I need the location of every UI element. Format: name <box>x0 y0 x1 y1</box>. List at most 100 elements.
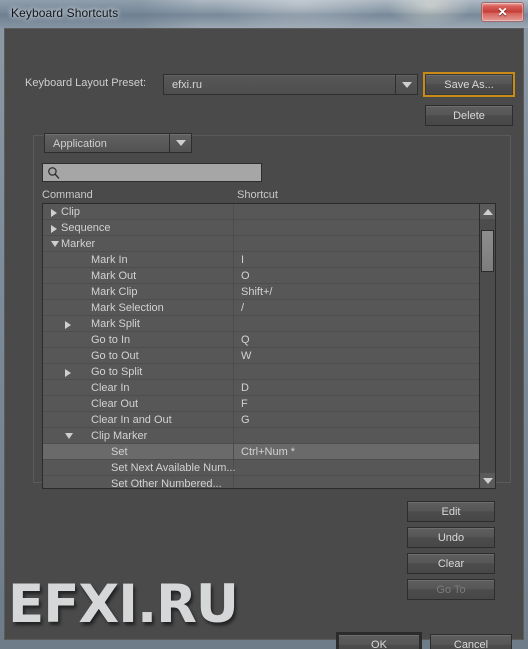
row-shortcut-label: F <box>241 398 248 410</box>
table-row[interactable]: Clear In and Out G <box>43 412 481 428</box>
list-scrollbar[interactable] <box>479 204 495 488</box>
row-column-divider <box>233 300 234 315</box>
row-shortcut-label: I <box>241 254 245 266</box>
table-row[interactable]: Set Other Numbered... <box>43 476 481 489</box>
row-command-label: Mark Selection <box>91 302 164 314</box>
preset-selected-value: efxi.ru <box>172 79 202 91</box>
table-row[interactable]: Go to In Q <box>43 332 481 348</box>
table-row[interactable]: Mark Split <box>43 316 481 332</box>
undo-button[interactable]: Undo <box>407 527 495 548</box>
cancel-button[interactable]: Cancel <box>430 634 512 649</box>
table-row[interactable]: Set Ctrl+Num * <box>43 444 481 460</box>
row-command-label: Mark Split <box>91 318 140 330</box>
table-row[interactable]: Clear In D <box>43 380 481 396</box>
edit-button[interactable]: Edit <box>407 501 495 522</box>
row-column-divider <box>233 476 234 488</box>
row-command-label: Clear In <box>91 382 130 394</box>
table-row[interactable]: Clip Marker <box>43 428 481 444</box>
go-to-button: Go To <box>407 579 495 600</box>
row-shortcut-label: W <box>241 350 252 362</box>
window-title: Keyboard Shortcuts <box>11 6 119 20</box>
table-row[interactable]: Mark In I <box>43 252 481 268</box>
row-shortcut-label: Shift+/ <box>241 286 273 298</box>
table-row[interactable]: Set Next Available Num... <box>43 460 481 476</box>
chevron-down-icon <box>401 81 412 88</box>
keyboard-shortcuts-window: Keyboard Shortcuts ✕ Keyboard Layout Pre… <box>0 0 528 649</box>
row-shortcut-label: Q <box>241 334 250 346</box>
row-shortcut-label: / <box>241 302 245 314</box>
row-command-label: Clip Marker <box>91 430 148 442</box>
triangle-right-icon[interactable] <box>65 321 71 329</box>
triangle-right-icon[interactable] <box>51 225 57 233</box>
scroll-down-button[interactable] <box>480 473 495 488</box>
row-column-divider <box>233 204 234 219</box>
close-icon: ✕ <box>497 5 508 19</box>
table-row[interactable]: Mark Out O <box>43 268 481 284</box>
row-column-divider <box>233 380 234 395</box>
row-command-label: Clip <box>61 206 80 218</box>
triangle-down-icon <box>482 477 493 484</box>
table-row[interactable]: Go to Out W <box>43 348 481 364</box>
row-column-divider <box>233 252 234 267</box>
row-column-divider <box>233 316 234 331</box>
row-column-divider <box>233 444 234 459</box>
column-header-command: Command <box>42 189 93 201</box>
row-column-divider <box>233 332 234 347</box>
row-column-divider <box>233 236 234 251</box>
row-command-label: Marker <box>61 238 96 250</box>
row-command-label: Mark In <box>91 254 128 266</box>
table-row[interactable]: Mark Selection / <box>43 300 481 316</box>
row-command-label: Set Other Numbered... <box>111 478 222 489</box>
preset-combobox[interactable]: efxi.ru <box>163 74 418 95</box>
row-column-divider <box>233 428 234 443</box>
table-row[interactable]: Sequence <box>43 220 481 236</box>
row-command-label: Set Next Available Num... <box>111 462 236 474</box>
table-row[interactable]: Go to Split <box>43 364 481 380</box>
shortcuts-list-rows: Clip Sequence Marker Mark In I Mark Out O Mark … <box>43 204 481 489</box>
clear-button[interactable]: Clear <box>407 553 495 574</box>
triangle-up-icon <box>482 208 493 215</box>
scope-selected-value: Application <box>53 138 107 150</box>
row-column-divider <box>233 348 234 363</box>
preset-dropdown-button[interactable] <box>395 75 417 94</box>
row-command-label: Set <box>111 446 128 458</box>
table-row[interactable]: Mark Clip Shift+/ <box>43 284 481 300</box>
triangle-right-icon[interactable] <box>65 369 71 377</box>
shortcuts-list[interactable]: Clip Sequence Marker Mark In I Mark Out O Mark … <box>42 203 496 489</box>
chevron-down-icon <box>175 140 186 146</box>
triangle-right-icon[interactable] <box>51 209 57 217</box>
row-command-label: Mark Clip <box>91 286 138 298</box>
search-icon <box>48 167 60 179</box>
row-shortcut-label: D <box>241 382 249 394</box>
delete-button[interactable]: Delete <box>425 105 513 126</box>
row-column-divider <box>233 220 234 235</box>
scope-dropdown-button[interactable] <box>169 134 191 152</box>
row-command-label: Go to In <box>91 334 131 346</box>
ok-button[interactable]: OK <box>338 634 420 649</box>
row-command-label: Go to Split <box>91 366 143 378</box>
row-column-divider <box>233 412 234 427</box>
scrollbar-thumb[interactable] <box>481 230 494 272</box>
dialog-body: Keyboard Layout Preset: efxi.ru Save As.… <box>4 28 524 649</box>
row-shortcut-label: O <box>241 270 250 282</box>
triangle-down-icon[interactable] <box>51 241 59 247</box>
table-row[interactable]: Clear Out F <box>43 396 481 412</box>
scroll-up-button[interactable] <box>480 204 495 219</box>
scope-combobox[interactable]: Application <box>44 133 192 153</box>
row-column-divider <box>233 396 234 411</box>
triangle-down-icon[interactable] <box>65 433 73 439</box>
row-command-label: Go to Out <box>91 350 139 362</box>
table-row[interactable]: Clip <box>43 204 481 220</box>
window-titlebar[interactable]: Keyboard Shortcuts ✕ <box>0 0 528 28</box>
row-shortcut-label: G <box>241 414 250 426</box>
row-command-label: Sequence <box>61 222 111 234</box>
row-command-label: Clear In and Out <box>91 414 172 426</box>
close-button[interactable]: ✕ <box>481 2 524 22</box>
table-row[interactable]: Marker <box>43 236 481 252</box>
row-column-divider <box>233 268 234 283</box>
preset-label: Keyboard Layout Preset: <box>25 77 147 89</box>
save-as-button[interactable]: Save As... <box>423 72 515 97</box>
search-field[interactable] <box>42 163 262 182</box>
row-command-label: Mark Out <box>91 270 137 282</box>
row-column-divider <box>233 284 234 299</box>
